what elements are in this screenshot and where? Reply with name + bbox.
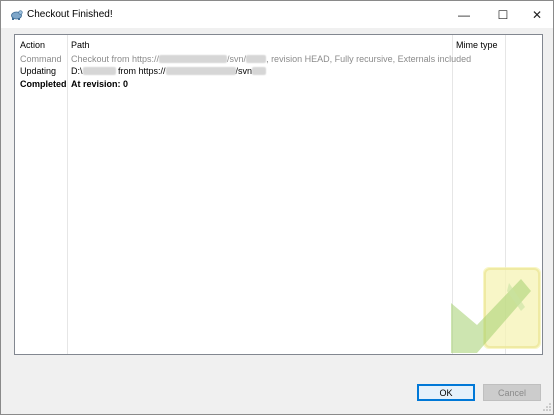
- action-cell: Completed: [20, 79, 67, 89]
- path-cell: At revision: 0: [71, 79, 129, 89]
- minimize-icon: —: [458, 7, 470, 22]
- resize-grip-icon[interactable]: [542, 402, 552, 412]
- checkmark-watermark-icon: [451, 263, 541, 353]
- column-header-action[interactable]: Action: [20, 40, 45, 50]
- maximize-icon: ☐: [497, 7, 509, 22]
- title-bar: Checkout Finished! — ☐ ✕: [1, 1, 553, 28]
- redacted-repo: [246, 55, 267, 63]
- redacted-local-path: [82, 67, 116, 75]
- path-text: , revision HEAD, Fully recursive, Extern…: [266, 54, 472, 64]
- window-title: Checkout Finished!: [27, 9, 113, 20]
- column-header-mime-type[interactable]: Mime type: [456, 40, 498, 50]
- path-text: Checkout from https://: [71, 54, 160, 64]
- minimize-button[interactable]: —: [447, 1, 481, 28]
- action-cell: Command: [20, 54, 62, 64]
- action-cell: Updating: [20, 66, 57, 76]
- close-button[interactable]: ✕: [520, 1, 554, 28]
- path-text: /svn: [235, 66, 253, 76]
- cancel-button[interactable]: Cancel: [483, 384, 541, 401]
- path-text: from https://: [115, 66, 166, 76]
- path-text: D:\: [71, 66, 83, 76]
- list-item-completed[interactable]: Completed At revision: 0: [15, 79, 542, 91]
- redacted-repo: [252, 67, 267, 75]
- checkout-finished-dialog: Checkout Finished! — ☐ ✕ Action Path Mim…: [0, 0, 554, 415]
- path-text: /svn/: [227, 54, 247, 64]
- results-list[interactable]: Action Path Mime type Command Checkout f…: [14, 34, 543, 355]
- column-header-path[interactable]: Path: [71, 40, 90, 50]
- redacted-host: [165, 67, 236, 75]
- list-item-updating[interactable]: Updating D:\ from https:// /svn: [15, 66, 542, 78]
- close-icon: ✕: [531, 7, 543, 22]
- path-cell: Checkout from https:// /svn/ , revision HE…: [71, 54, 471, 64]
- path-cell: D:\ from https:// /svn: [71, 66, 267, 76]
- maximize-button[interactable]: ☐: [486, 1, 520, 28]
- tortoisesvn-icon: [10, 8, 23, 21]
- list-item-command[interactable]: Command Checkout from https:// /svn/ , rev…: [15, 54, 542, 66]
- ok-button[interactable]: OK: [417, 384, 475, 401]
- redacted-host: [159, 55, 228, 63]
